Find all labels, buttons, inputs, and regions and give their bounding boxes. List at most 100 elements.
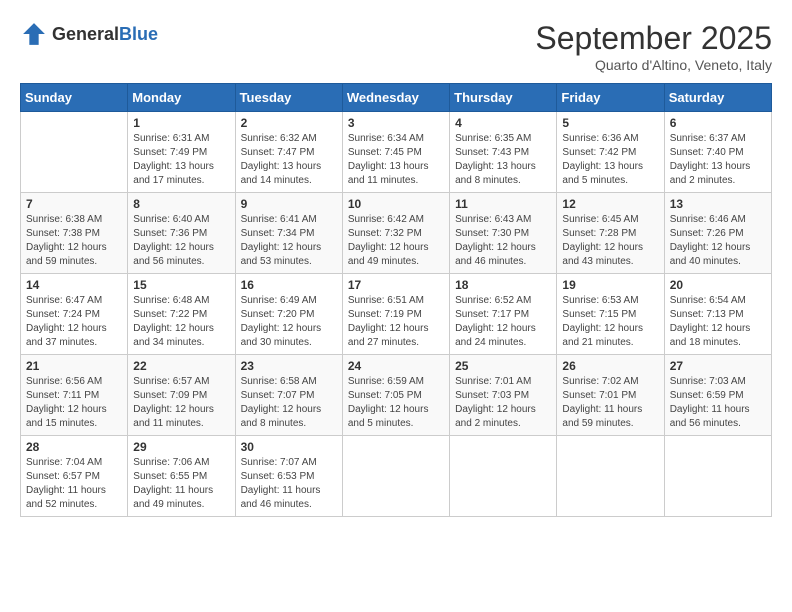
weekday-header: Friday	[557, 84, 664, 112]
calendar-week-row: 1 Sunrise: 6:31 AM Sunset: 7:49 PM Daylig…	[21, 112, 772, 193]
day-number: 7	[26, 197, 122, 211]
day-number: 8	[133, 197, 229, 211]
day-number: 23	[241, 359, 337, 373]
cell-content: Sunrise: 6:58 AM Sunset: 7:07 PM Dayligh…	[241, 375, 337, 431]
weekday-header: Wednesday	[342, 84, 449, 112]
day-number: 21	[26, 359, 122, 373]
day-number: 11	[455, 197, 551, 211]
calendar-cell: 12Sunrise: 6:45 AM Sunset: 7:28 PM Dayli…	[557, 193, 664, 274]
logo-icon	[20, 20, 48, 48]
cell-content: Sunrise: 6:45 AM Sunset: 7:28 PM Dayligh…	[562, 213, 658, 269]
cell-content: Sunrise: 6:49 AM Sunset: 7:20 PM Dayligh…	[241, 294, 337, 350]
day-number: 24	[348, 359, 444, 373]
cell-content: Sunrise: 7:02 AM Sunset: 7:01 PM Dayligh…	[562, 375, 658, 431]
cell-content: Sunrise: 6:32 AM Sunset: 7:47 PM Dayligh…	[241, 132, 337, 188]
cell-content: Sunrise: 7:04 AM Sunset: 6:57 PM Dayligh…	[26, 456, 122, 512]
weekday-header: Saturday	[664, 84, 771, 112]
calendar-cell: 8Sunrise: 6:40 AM Sunset: 7:36 PM Daylig…	[128, 193, 235, 274]
day-number: 10	[348, 197, 444, 211]
calendar-cell	[664, 436, 771, 517]
cell-content: Sunrise: 6:47 AM Sunset: 7:24 PM Dayligh…	[26, 294, 122, 350]
header-row: SundayMondayTuesdayWednesdayThursdayFrid…	[21, 84, 772, 112]
day-number: 16	[241, 278, 337, 292]
calendar-week-row: 28 Sunrise: 7:04 AM Sunset: 6:57 PM Dayli…	[21, 436, 772, 517]
day-number: 28	[26, 440, 122, 454]
cell-content: Sunrise: 6:48 AM Sunset: 7:22 PM Dayligh…	[133, 294, 229, 350]
day-number: 5	[562, 116, 658, 130]
cell-content: Sunrise: 6:34 AM Sunset: 7:45 PM Dayligh…	[348, 132, 444, 188]
calendar-cell: 16 Sunrise: 6:49 AM Sunset: 7:20 PM Dayli…	[235, 274, 342, 355]
day-number: 17	[348, 278, 444, 292]
calendar-cell	[557, 436, 664, 517]
day-number: 6	[670, 116, 766, 130]
cell-content: Sunrise: 7:01 AM Sunset: 7:03 PM Dayligh…	[455, 375, 551, 431]
calendar-cell: 4 Sunrise: 6:35 AM Sunset: 7:43 PM Daylig…	[450, 112, 557, 193]
day-number: 18	[455, 278, 551, 292]
calendar-cell: 13 Sunrise: 6:46 AM Sunset: 7:26 PM Dayli…	[664, 193, 771, 274]
calendar-cell: 15Sunrise: 6:48 AM Sunset: 7:22 PM Dayli…	[128, 274, 235, 355]
cell-content: Sunrise: 6:54 AM Sunset: 7:13 PM Dayligh…	[670, 294, 766, 350]
month-title: September 2025	[535, 20, 772, 57]
cell-content: Sunrise: 6:46 AM Sunset: 7:26 PM Dayligh…	[670, 213, 766, 269]
cell-content: Sunrise: 6:51 AM Sunset: 7:19 PM Dayligh…	[348, 294, 444, 350]
day-number: 2	[241, 116, 337, 130]
calendar-cell: 1 Sunrise: 6:31 AM Sunset: 7:49 PM Daylig…	[128, 112, 235, 193]
day-number: 14	[26, 278, 122, 292]
calendar-cell: 24Sunrise: 6:59 AM Sunset: 7:05 PM Dayli…	[342, 355, 449, 436]
day-number: 19	[562, 278, 658, 292]
day-number: 9	[241, 197, 337, 211]
calendar-cell: 18 Sunrise: 6:52 AM Sunset: 7:17 PM Dayli…	[450, 274, 557, 355]
calendar-cell: 21Sunrise: 6:56 AM Sunset: 7:11 PM Dayli…	[21, 355, 128, 436]
cell-content: Sunrise: 7:07 AM Sunset: 6:53 PM Dayligh…	[241, 456, 337, 512]
calendar-cell: 27Sunrise: 7:03 AM Sunset: 6:59 PM Dayli…	[664, 355, 771, 436]
cell-content: Sunrise: 6:57 AM Sunset: 7:09 PM Dayligh…	[133, 375, 229, 431]
logo-text: GeneralBlue	[52, 24, 158, 45]
cell-content: Sunrise: 6:41 AM Sunset: 7:34 PM Dayligh…	[241, 213, 337, 269]
logo: GeneralBlue	[20, 20, 158, 48]
calendar-cell: 3 Sunrise: 6:34 AM Sunset: 7:45 PM Daylig…	[342, 112, 449, 193]
cell-content: Sunrise: 7:06 AM Sunset: 6:55 PM Dayligh…	[133, 456, 229, 512]
title-block: September 2025 Quarto d'Altino, Veneto, …	[535, 20, 772, 73]
calendar-week-row: 7 Sunrise: 6:38 AM Sunset: 7:38 PM Daylig…	[21, 193, 772, 274]
calendar-cell	[21, 112, 128, 193]
day-number: 22	[133, 359, 229, 373]
calendar-cell: 22 Sunrise: 6:57 AM Sunset: 7:09 PM Dayli…	[128, 355, 235, 436]
calendar-cell	[342, 436, 449, 517]
calendar-cell: 9 Sunrise: 6:41 AM Sunset: 7:34 PM Daylig…	[235, 193, 342, 274]
day-number: 25	[455, 359, 551, 373]
calendar-cell: 25 Sunrise: 7:01 AM Sunset: 7:03 PM Dayli…	[450, 355, 557, 436]
cell-content: Sunrise: 6:36 AM Sunset: 7:42 PM Dayligh…	[562, 132, 658, 188]
day-number: 4	[455, 116, 551, 130]
calendar-cell	[450, 436, 557, 517]
day-number: 30	[241, 440, 337, 454]
calendar-week-row: 14 Sunrise: 6:47 AM Sunset: 7:24 PM Dayli…	[21, 274, 772, 355]
day-number: 13	[670, 197, 766, 211]
calendar-cell: 2 Sunrise: 6:32 AM Sunset: 7:47 PM Daylig…	[235, 112, 342, 193]
calendar-cell: 11 Sunrise: 6:43 AM Sunset: 7:30 PM Dayli…	[450, 193, 557, 274]
cell-content: Sunrise: 6:38 AM Sunset: 7:38 PM Dayligh…	[26, 213, 122, 269]
cell-content: Sunrise: 6:53 AM Sunset: 7:15 PM Dayligh…	[562, 294, 658, 350]
cell-content: Sunrise: 6:31 AM Sunset: 7:49 PM Dayligh…	[133, 132, 229, 188]
weekday-header: Thursday	[450, 84, 557, 112]
day-number: 20	[670, 278, 766, 292]
weekday-header: Tuesday	[235, 84, 342, 112]
weekday-header: Monday	[128, 84, 235, 112]
day-number: 1	[133, 116, 229, 130]
calendar-cell: 29 Sunrise: 7:06 AM Sunset: 6:55 PM Dayli…	[128, 436, 235, 517]
calendar-week-row: 21Sunrise: 6:56 AM Sunset: 7:11 PM Dayli…	[21, 355, 772, 436]
day-number: 26	[562, 359, 658, 373]
day-number: 29	[133, 440, 229, 454]
calendar-cell: 5 Sunrise: 6:36 AM Sunset: 7:42 PM Daylig…	[557, 112, 664, 193]
calendar-cell: 26 Sunrise: 7:02 AM Sunset: 7:01 PM Dayli…	[557, 355, 664, 436]
day-number: 3	[348, 116, 444, 130]
calendar-cell: 17 Sunrise: 6:51 AM Sunset: 7:19 PM Dayli…	[342, 274, 449, 355]
cell-content: Sunrise: 6:35 AM Sunset: 7:43 PM Dayligh…	[455, 132, 551, 188]
weekday-header: Sunday	[21, 84, 128, 112]
calendar-cell: 14 Sunrise: 6:47 AM Sunset: 7:24 PM Dayli…	[21, 274, 128, 355]
cell-content: Sunrise: 6:37 AM Sunset: 7:40 PM Dayligh…	[670, 132, 766, 188]
cell-content: Sunrise: 6:43 AM Sunset: 7:30 PM Dayligh…	[455, 213, 551, 269]
day-number: 27	[670, 359, 766, 373]
calendar-cell: 19 Sunrise: 6:53 AM Sunset: 7:15 PM Dayli…	[557, 274, 664, 355]
cell-content: Sunrise: 6:52 AM Sunset: 7:17 PM Dayligh…	[455, 294, 551, 350]
calendar-table: SundayMondayTuesdayWednesdayThursdayFrid…	[20, 83, 772, 517]
